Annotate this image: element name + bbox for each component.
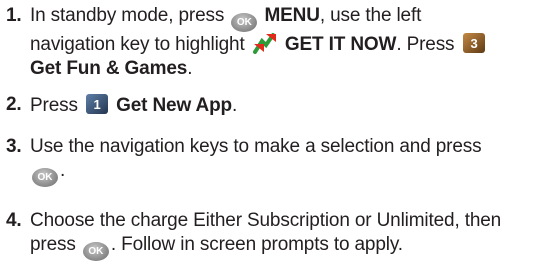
key-1-icon: 1 [85,94,108,114]
step-number: 1. [6,5,22,26]
step-4: 4. Choose the charge Either Subscription… [6,209,531,261]
step-3: 3. Use the navigation keys to make a sel… [6,135,531,187]
step-text: In standby mode, press OK MENU, use the … [30,4,531,81]
step-number: 3. [6,136,22,157]
get-fun-games-label: Get Fun & Games [30,58,188,79]
get-new-app-label: Get New App [116,95,232,116]
ok-key-icon: OK [32,168,58,187]
svg-text:1: 1 [93,97,100,112]
step-text: Choose the charge Either Subscription or… [30,209,531,261]
step-2: 2. Press 1 Get New App. [6,93,531,118]
step-number: 2. [6,94,22,115]
menu-label: MENU [264,5,320,26]
get-it-now-icon [252,33,276,54]
get-it-now-label: GET IT NOW [284,34,397,55]
key-3-icon: 3 [462,33,485,53]
svg-text:3: 3 [470,36,477,51]
step-number: 4. [6,210,22,231]
step-text: Press 1 Get New App. [30,94,238,116]
step-text: Use the navigation keys to make a select… [30,135,531,187]
instructions-page: 1. In standby mode, press OK MENU, use t… [0,0,537,274]
step-1: 1. In standby mode, press OK MENU, use t… [6,4,531,81]
ok-key-icon: OK [82,242,109,261]
ok-key-icon: OK [231,13,258,32]
